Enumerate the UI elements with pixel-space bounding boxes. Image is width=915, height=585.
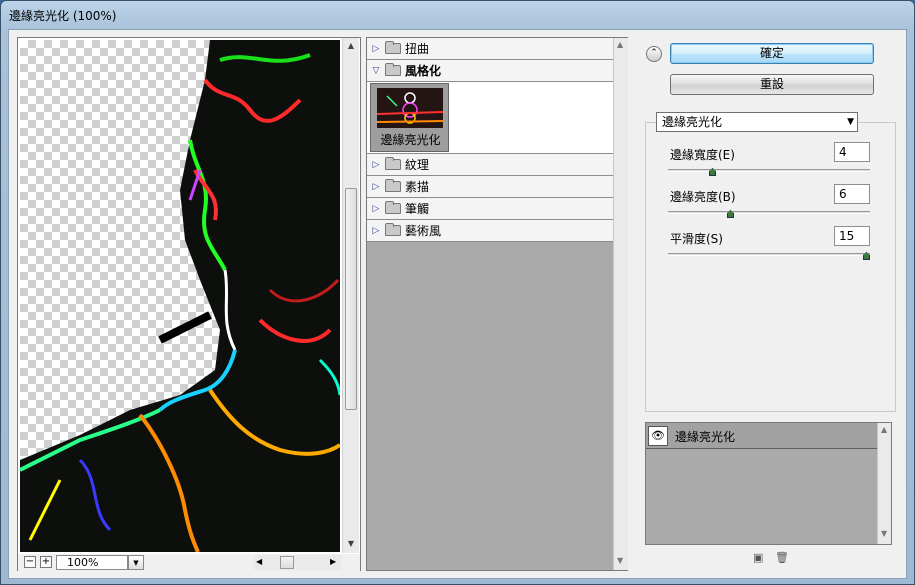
category-brush-strokes[interactable]: ▷ 筆觸: [367, 198, 613, 220]
reset-button[interactable]: 重設: [670, 74, 874, 95]
filter-thumbnail-image: [377, 88, 443, 128]
stylize-thumbnails: 邊緣亮光化: [367, 82, 613, 154]
category-artistic[interactable]: ▷ 藝術風: [367, 220, 613, 242]
slider-thumb[interactable]: [863, 252, 870, 260]
edge-width-field[interactable]: 4: [834, 142, 870, 162]
zoom-level-field[interactable]: 100%: [56, 555, 128, 570]
expand-triangle-icon[interactable]: ▷: [367, 44, 385, 54]
collapse-triangle-icon[interactable]: ▽: [367, 66, 385, 76]
collapse-gallery-button[interactable]: ⌃: [646, 46, 662, 62]
scroll-up-icon[interactable]: ▲: [343, 38, 359, 54]
category-label: 風格化: [405, 64, 442, 78]
category-stylize[interactable]: ▽ 風格化: [367, 60, 613, 82]
gallery-scrollbar[interactable]: ▲ ▼: [613, 38, 628, 570]
new-layer-icon[interactable]: ▣: [753, 552, 765, 564]
dialog-client: ▲ ▼ − + 100% ▼ ◀ ▶ ▷ 扭曲 ▽ 風格化 邊緣亮光化 ▷ 紋理…: [8, 29, 907, 579]
eye-icon[interactable]: 👁: [648, 426, 668, 446]
smoothness-field[interactable]: 15: [834, 226, 870, 246]
trash-icon[interactable]: 🗑: [775, 552, 789, 564]
slider-thumb[interactable]: [709, 168, 716, 176]
scroll-thumb[interactable]: [345, 188, 357, 410]
window-title: 邊緣亮光化 (100%): [9, 9, 117, 23]
preview-horizontal-scrollbar[interactable]: ◀ ▶: [254, 555, 342, 570]
scroll-down-icon[interactable]: ▼: [881, 529, 887, 538]
category-label: 筆觸: [405, 202, 430, 216]
scroll-up-icon[interactable]: ▲: [617, 40, 623, 49]
edge-width-slider[interactable]: [668, 168, 870, 176]
effect-layer-row[interactable]: 👁 邊緣亮光化: [646, 423, 877, 449]
category-label: 藝術風: [405, 224, 442, 238]
zoom-out-button[interactable]: −: [24, 556, 36, 568]
expand-triangle-icon[interactable]: ▷: [367, 226, 385, 236]
preview-vertical-scrollbar[interactable]: ▲ ▼: [342, 38, 359, 553]
folder-icon: [385, 157, 401, 170]
dialog-window: 邊緣亮光化 (100%) ▲ ▼ − + 100% ▼ ◀ ▶ ▷ 扭曲 ▽ 風…: [0, 0, 915, 585]
slider-thumb[interactable]: [727, 210, 734, 218]
zoom-in-button[interactable]: +: [40, 556, 52, 568]
expand-triangle-icon[interactable]: ▷: [367, 204, 385, 214]
filter-thumb-label: 邊緣亮光化: [380, 133, 441, 147]
preview-image[interactable]: [20, 40, 340, 552]
preview-panel: ▲ ▼ − + 100% ▼ ◀ ▶: [17, 37, 361, 571]
folder-icon: [385, 201, 401, 214]
filter-thumb-glowing-edges[interactable]: 邊緣亮光化: [370, 83, 449, 152]
folder-icon: [385, 223, 401, 236]
filter-settings-panel: [645, 122, 896, 412]
category-sketch[interactable]: ▷ 素描: [367, 176, 613, 198]
category-label: 紋理: [405, 158, 430, 172]
double-chevron-up-icon: ⌃: [650, 48, 658, 58]
title-bar[interactable]: 邊緣亮光化 (100%): [1, 1, 914, 29]
expand-triangle-icon[interactable]: ▷: [367, 160, 385, 170]
category-texture[interactable]: ▷ 紋理: [367, 154, 613, 176]
effect-layer-label: 邊緣亮光化: [675, 430, 736, 444]
preview-zoom-bar: − + 100% ▼ ◀ ▶: [18, 554, 360, 571]
glowing-edges-artwork: [20, 40, 340, 552]
category-label: 扭曲: [405, 42, 430, 56]
horizontal-scroll-thumb[interactable]: [280, 556, 294, 569]
edge-brightness-slider[interactable]: [668, 210, 870, 218]
effect-select[interactable]: 邊緣亮光化 ▼: [656, 112, 858, 132]
edge-brightness-field[interactable]: 6: [834, 184, 870, 204]
zoom-dropdown-icon[interactable]: ▼: [128, 555, 144, 570]
smoothness-slider[interactable]: [668, 252, 870, 260]
category-label: 素描: [405, 180, 430, 194]
effect-select-value: 邊緣亮光化: [662, 115, 723, 129]
effect-layers-panel: 👁 邊緣亮光化 ▲ ▼: [645, 422, 892, 545]
scroll-left-icon[interactable]: ◀: [256, 557, 262, 566]
folder-icon: [385, 179, 401, 192]
ok-button[interactable]: 確定: [670, 43, 874, 64]
layers-scrollbar[interactable]: ▲ ▼: [877, 423, 891, 544]
scroll-up-icon[interactable]: ▲: [881, 425, 887, 434]
expand-triangle-icon[interactable]: ▷: [367, 182, 385, 192]
chevron-down-icon: ▼: [847, 117, 854, 127]
scroll-right-icon[interactable]: ▶: [330, 557, 336, 566]
edge-width-label: 邊緣寬度(E): [670, 148, 735, 162]
scroll-down-icon[interactable]: ▼: [617, 556, 623, 565]
edge-brightness-label: 邊緣亮度(B): [670, 190, 736, 204]
filter-gallery: ▷ 扭曲 ▽ 風格化 邊緣亮光化 ▷ 紋理 ▷ 素描 ▷ 筆觸 ▷ 藝術風 ▲ …: [366, 37, 628, 571]
folder-icon: [385, 63, 401, 76]
category-distort[interactable]: ▷ 扭曲: [367, 38, 613, 60]
smoothness-label: 平滑度(S): [670, 232, 723, 246]
folder-icon: [385, 41, 401, 54]
scroll-down-icon[interactable]: ▼: [343, 536, 359, 552]
